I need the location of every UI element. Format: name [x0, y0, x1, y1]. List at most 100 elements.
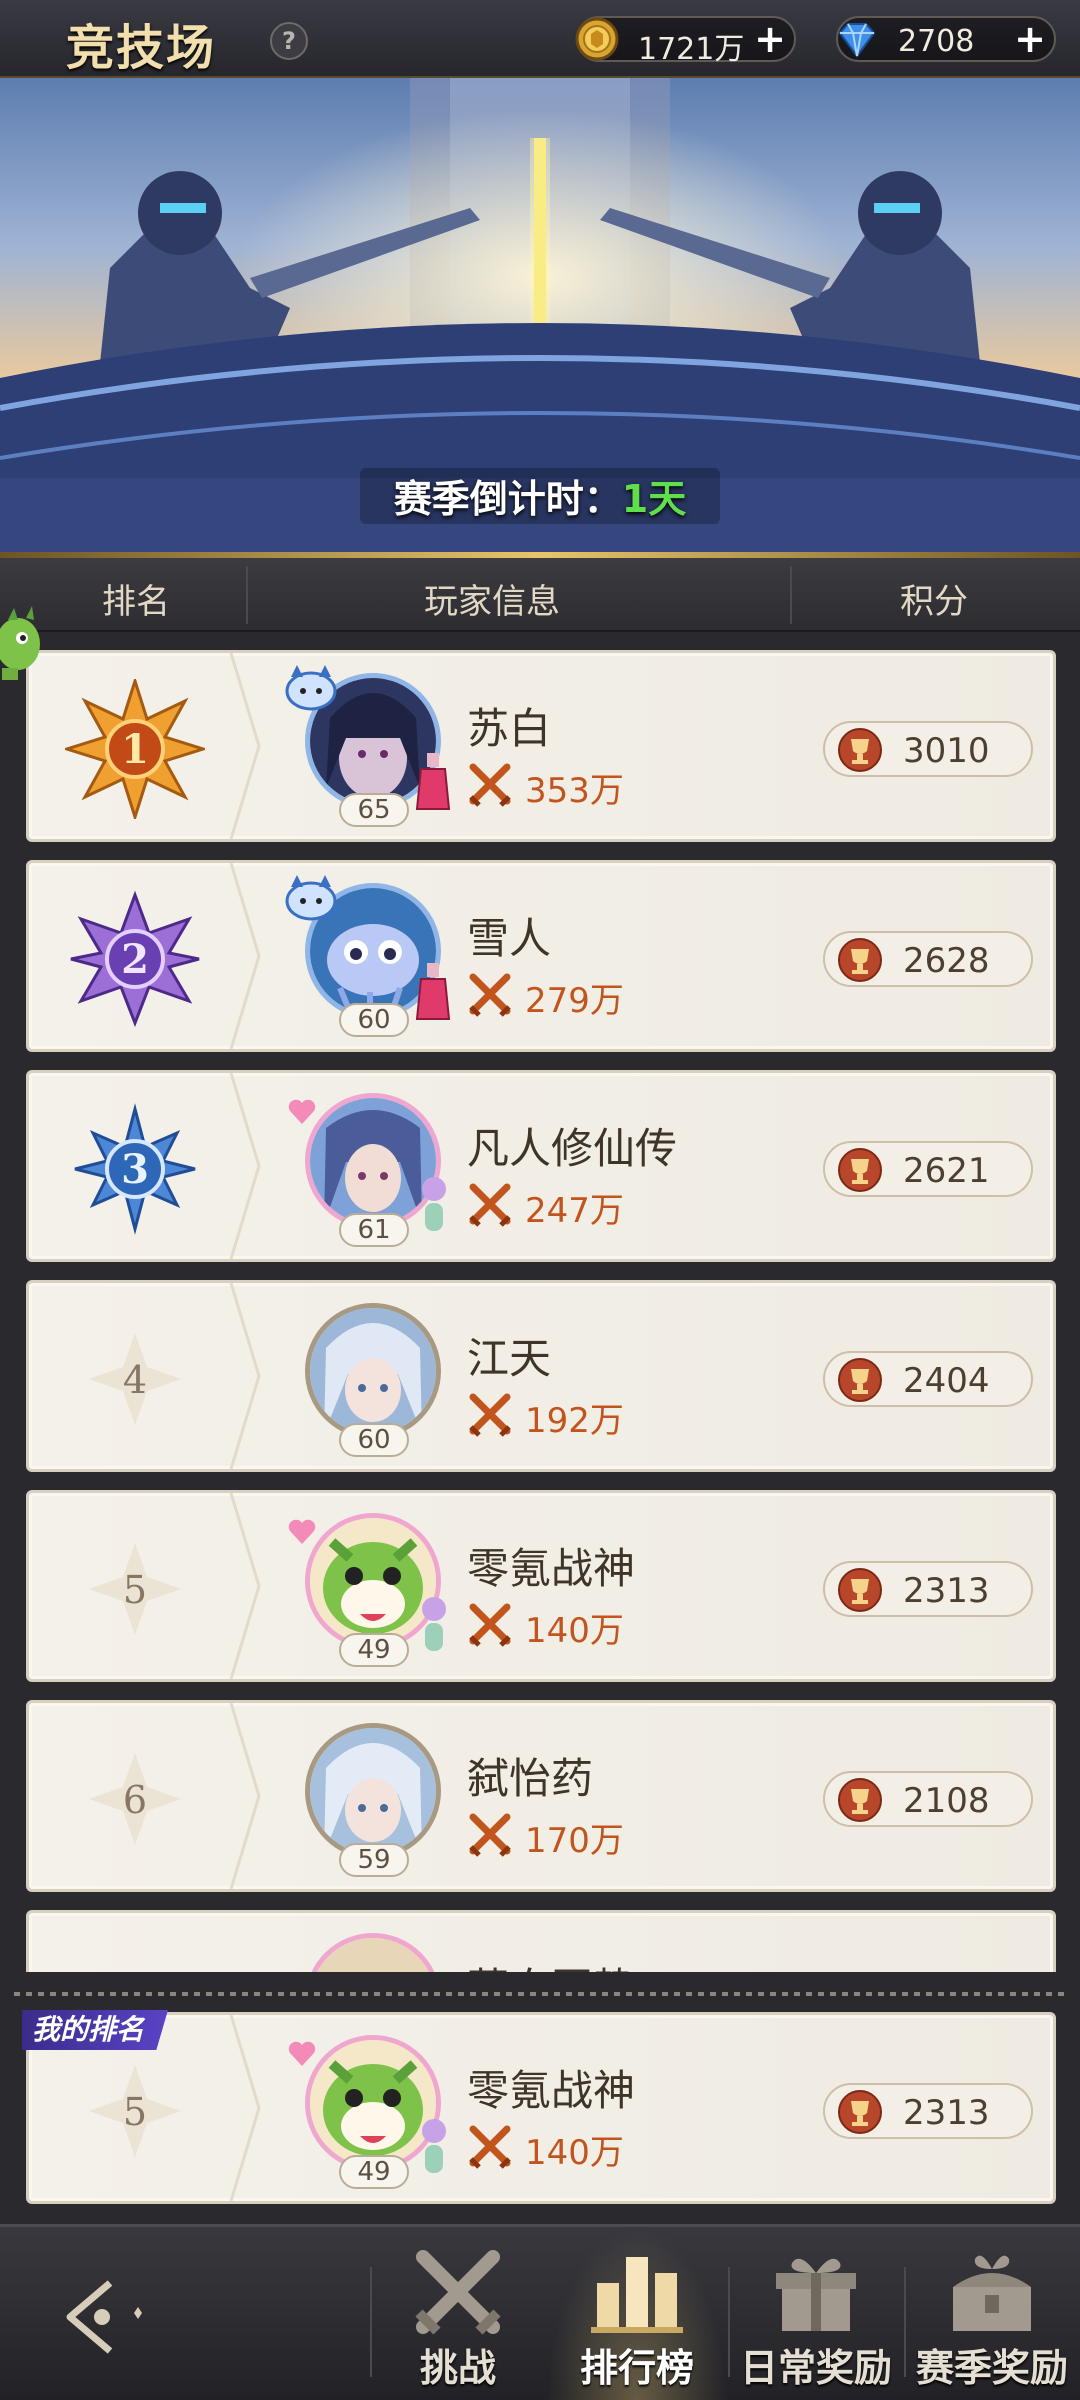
trophy-icon	[838, 938, 882, 982]
my-rank-tag: 我的排名	[22, 2010, 169, 2050]
score-value: 2621	[903, 1151, 990, 1191]
power-value: 247万	[525, 1191, 624, 1231]
leaderboard-row[interactable]: 2 60 雪人 279万 2628	[26, 860, 1056, 1052]
gold-rank-badge-icon: 1	[65, 679, 205, 819]
season-countdown: 赛季倒计时：1天	[0, 468, 1080, 523]
add-gold-button[interactable]: +	[754, 20, 786, 58]
header-separator	[246, 566, 248, 624]
player-name: 江天	[467, 1334, 552, 1383]
row-divider	[229, 1073, 261, 1259]
diamond-currency: 2708 +	[836, 16, 1056, 62]
score-value: 2313	[903, 2093, 990, 2133]
trophy-icon	[838, 1778, 882, 1822]
trophy-icon	[838, 1358, 882, 1402]
power-value: 192万	[525, 1401, 624, 1441]
diamond-amount: 2708	[898, 24, 975, 59]
player-name: 零氪战神	[467, 1544, 636, 1593]
player-avatar[interactable]: 49	[279, 2023, 459, 2199]
my-rank-row[interactable]: 5 49 零氪战神 140万 2313	[26, 2012, 1056, 2204]
level-badge: 49	[339, 2155, 409, 2189]
power-value: 279万	[525, 981, 624, 1021]
nav-challenge[interactable]: 挑战	[372, 2227, 544, 2400]
gold-coin-icon	[575, 17, 619, 61]
add-diamond-button[interactable]: +	[1014, 20, 1046, 58]
score-badge: 2313	[823, 2083, 1033, 2139]
power-value: 353万	[525, 771, 624, 811]
crossed-swords-icon	[469, 1183, 511, 1227]
leaderboard-row[interactable]: 6 59 弑怡药 170万 2108	[26, 1700, 1056, 1892]
level-badge: 61	[339, 1213, 409, 1247]
diamond-icon	[838, 23, 876, 58]
power-value: 140万	[525, 2133, 624, 2173]
heart-icon	[288, 1099, 316, 1124]
crossed-swords-icon	[415, 2250, 501, 2335]
score-value: 2313	[903, 1571, 990, 1611]
level-badge: 65	[339, 793, 409, 827]
back-arrow-icon[interactable]	[50, 2277, 160, 2357]
rank-number: 5	[123, 2090, 147, 2134]
row-divider	[229, 863, 261, 1049]
rank-number: 3	[121, 1146, 149, 1193]
score-badge: 2108	[823, 1771, 1033, 1827]
row-divider	[229, 1703, 261, 1889]
rank-number: 4	[123, 1358, 147, 1402]
gold-amount: 1721万	[638, 32, 745, 67]
rank-number: 1	[121, 726, 149, 773]
player-avatar[interactable]: 60	[279, 871, 459, 1047]
player-name: 零氪战神	[467, 2066, 636, 2115]
nav-daily-rewards[interactable]: 日常奖励	[730, 2227, 902, 2400]
heart-icon	[288, 2041, 316, 2066]
nav-leaderboard[interactable]: 排行榜	[546, 2227, 728, 2400]
player-avatar[interactable]: 49	[279, 1501, 459, 1677]
player-avatar[interactable]: 65	[279, 661, 459, 837]
score-badge: 2313	[823, 1561, 1033, 1617]
row-divider	[229, 2015, 261, 2201]
trophy-icon	[838, 728, 882, 772]
power-value: 170万	[525, 1821, 624, 1861]
level-badge: 49	[339, 1633, 409, 1667]
player-avatar[interactable]: 59	[279, 1711, 459, 1887]
header-separator	[790, 566, 792, 624]
pet-cat-icon	[285, 875, 337, 921]
leaderboard-row[interactable]: 5 49 零氪战神 140万 2313	[26, 1490, 1056, 1682]
score-badge: 2404	[823, 1351, 1033, 1407]
nav-label: 赛季奖励	[915, 2346, 1068, 2390]
player-name: 雪人	[467, 914, 552, 963]
level-badge: 60	[339, 1423, 409, 1457]
countdown-label: 赛季倒计时：	[393, 477, 622, 521]
rank-number: 6	[123, 1778, 147, 1822]
row-divider	[229, 1283, 261, 1469]
flower-charm-icon	[422, 1597, 446, 1651]
trophy-icon	[838, 1568, 882, 1612]
player-avatar[interactable]: 60	[279, 1291, 459, 1467]
score-value: 3010	[903, 731, 990, 771]
nav-label: 日常奖励	[739, 2346, 892, 2390]
trophy-icon	[838, 2090, 882, 2134]
power-value: 140万	[525, 1611, 624, 1651]
rank-diamond-icon: 5	[89, 2065, 181, 2157]
bottom-navigation: 挑战 排行榜 日常奖励 赛季奖励	[0, 2224, 1080, 2400]
leaderboard-row[interactable]: 3 61 凡人修仙传 247万 2621	[26, 1070, 1056, 1262]
leaderboard-row[interactable]: 1 65 苏白 353万 3010	[26, 650, 1056, 842]
leaderboard-list[interactable]: 1 65 苏白 353万 3010 2 60 雪人 279万 2628 3 61…	[0, 632, 1080, 1972]
rank-number: 2	[121, 936, 149, 983]
leaderboard-row[interactable]: 落自同挚	[26, 1910, 1056, 1972]
help-button[interactable]: ?	[270, 22, 308, 60]
rank-diamond-icon: 6	[89, 1753, 181, 1845]
nav-season-rewards[interactable]: 赛季奖励	[906, 2227, 1078, 2400]
player-avatar[interactable]: 61	[279, 1081, 459, 1257]
dragon-mascot-icon[interactable]	[0, 604, 46, 696]
my-rank-divider	[14, 1992, 1066, 1996]
countdown-days: 1天	[621, 477, 687, 521]
header-rank: 排名	[102, 582, 170, 622]
level-badge: 59	[339, 1843, 409, 1877]
crossed-swords-icon	[469, 1813, 511, 1857]
player-avatar[interactable]	[279, 1921, 459, 1972]
leaderboard-row[interactable]: 4 60 江天 192万 2404	[26, 1280, 1056, 1472]
trophy-icon	[838, 1148, 882, 1192]
crossed-swords-icon	[469, 763, 511, 807]
player-name: 苏白	[467, 704, 552, 753]
top-bar: 竞技场 ? 1721万 + 2708 +	[0, 0, 1080, 78]
nav-label: 排行榜	[579, 2346, 694, 2390]
avatar-portrait	[305, 1933, 441, 1972]
